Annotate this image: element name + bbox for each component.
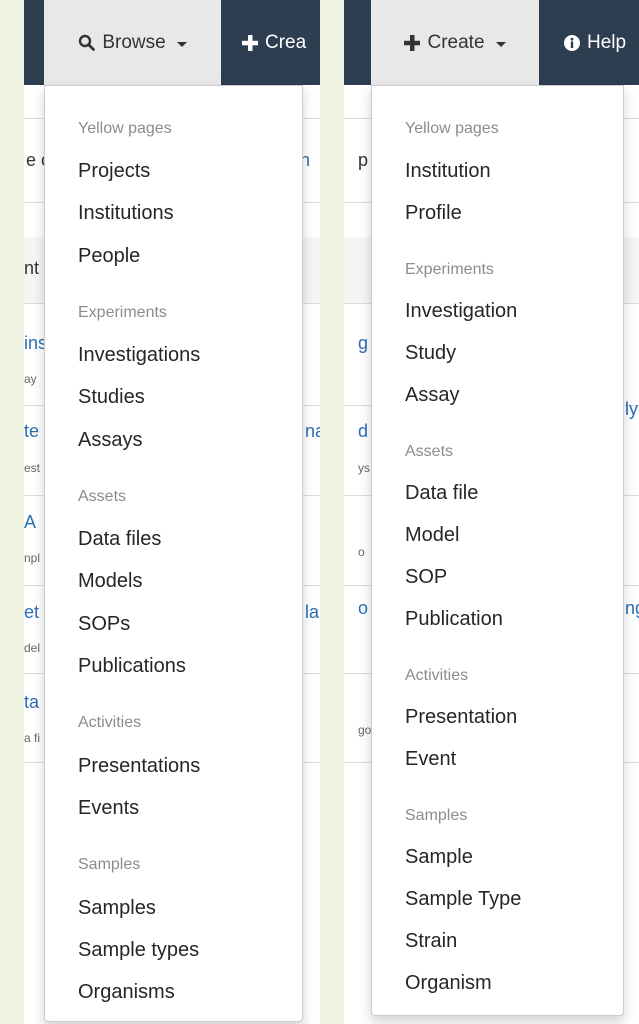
menu-header-assets: Assets (405, 443, 454, 460)
menu-item-organisms[interactable]: Organisms (78, 981, 175, 1004)
background-link[interactable]: o (358, 598, 368, 619)
background-text: nt (24, 258, 40, 278)
menu-item-study[interactable]: Study (405, 342, 456, 365)
menu-header-experiments: Experiments (78, 304, 167, 321)
menu-item-sample[interactable]: Sample (405, 846, 473, 869)
menu-item-institution[interactable]: Institution (405, 160, 491, 183)
info-circle-icon (564, 34, 580, 51)
background-text: del (24, 641, 41, 655)
help-menu-button[interactable]: Help (564, 0, 626, 85)
create-label: Create (427, 31, 485, 53)
background-text: ay (24, 372, 37, 386)
background-text: npl (24, 551, 41, 565)
menu-item-sop[interactable]: SOP (405, 566, 447, 589)
background-text: est (24, 461, 41, 475)
menu-item-institutions[interactable]: Institutions (78, 202, 174, 225)
menu-item-people[interactable]: People (78, 245, 140, 268)
menu-header-samples: Samples (78, 856, 141, 873)
menu-item-data-file[interactable]: Data file (405, 482, 478, 505)
menu-header-assets: Assets (78, 488, 127, 505)
search-icon (79, 34, 96, 51)
browse-dropdown-menu: Yellow pages Projects Institutions Peopl… (44, 85, 303, 1022)
background-link[interactable]: g (358, 333, 368, 354)
plus-icon (242, 34, 258, 51)
background-text: go (358, 723, 372, 737)
menu-item-investigation[interactable]: Investigation (405, 300, 517, 323)
create-menu-button[interactable]: Create (371, 0, 539, 85)
navbar: Create Help (344, 0, 639, 85)
background-link[interactable]: d (358, 421, 368, 442)
browse-label: Browse (102, 31, 166, 53)
browse-menu-button[interactable]: Browse (44, 0, 221, 85)
background-link[interactable]: ta (24, 692, 39, 713)
menu-header-experiments: Experiments (405, 261, 494, 278)
browse-panel: Browse Crea e o n nt ins ay te est na A … (24, 0, 320, 1024)
caret-down-icon (176, 41, 187, 47)
menu-item-studies[interactable]: Studies (78, 386, 145, 409)
menu-item-assay[interactable]: Assay (405, 384, 459, 407)
menu-header-activities: Activities (78, 714, 142, 731)
menu-item-strain[interactable]: Strain (405, 930, 457, 953)
menu-item-presentations[interactable]: Presentations (78, 755, 200, 778)
plus-icon (404, 34, 421, 51)
background-text: p (358, 150, 369, 170)
menu-item-organism[interactable]: Organism (405, 972, 492, 995)
menu-item-model[interactable]: Model (405, 524, 459, 547)
menu-item-investigations[interactable]: Investigations (78, 344, 200, 367)
background-link[interactable]: ly (625, 399, 638, 420)
menu-header-yellow-pages: Yellow pages (78, 120, 172, 137)
caret-down-icon (495, 41, 506, 47)
menu-item-profile[interactable]: Profile (405, 202, 462, 225)
create-menu-button[interactable]: Crea (242, 0, 306, 85)
menu-item-presentation[interactable]: Presentation (405, 706, 517, 729)
menu-item-event[interactable]: Event (405, 748, 456, 771)
background-text: ys (358, 461, 370, 475)
menu-header-activities: Activities (405, 667, 469, 684)
background-link[interactable]: te (24, 421, 39, 442)
menu-item-models[interactable]: Models (78, 570, 142, 593)
menu-item-sample-type[interactable]: Sample Type (405, 888, 521, 911)
menu-item-sample-types[interactable]: Sample types (78, 939, 199, 962)
navbar: Browse Crea (24, 0, 320, 85)
menu-item-publications[interactable]: Publications (78, 655, 186, 678)
create-panel: Create Help p g d ys ly o o ng go Yellow… (344, 0, 639, 1024)
menu-header-yellow-pages: Yellow pages (405, 120, 499, 137)
background-link[interactable]: A (24, 512, 36, 533)
create-label: Crea (265, 31, 307, 53)
menu-item-publication[interactable]: Publication (405, 608, 503, 631)
background-link[interactable]: ng (625, 598, 639, 619)
menu-header-samples: Samples (405, 807, 468, 824)
background-link[interactable]: la (305, 602, 319, 623)
create-dropdown-menu: Yellow pages Institution Profile Experim… (371, 85, 624, 1016)
menu-item-assays[interactable]: Assays (78, 429, 142, 452)
background-link[interactable]: et (24, 602, 39, 623)
menu-item-projects[interactable]: Projects (78, 160, 150, 183)
background-text: o (358, 545, 365, 559)
help-label: Help (587, 31, 627, 53)
menu-item-data-files[interactable]: Data files (78, 528, 161, 551)
background-text: a fi (24, 731, 41, 745)
menu-item-samples[interactable]: Samples (78, 897, 156, 920)
menu-item-events[interactable]: Events (78, 797, 139, 820)
menu-item-sops[interactable]: SOPs (78, 613, 130, 636)
background-link[interactable]: na (305, 421, 320, 442)
